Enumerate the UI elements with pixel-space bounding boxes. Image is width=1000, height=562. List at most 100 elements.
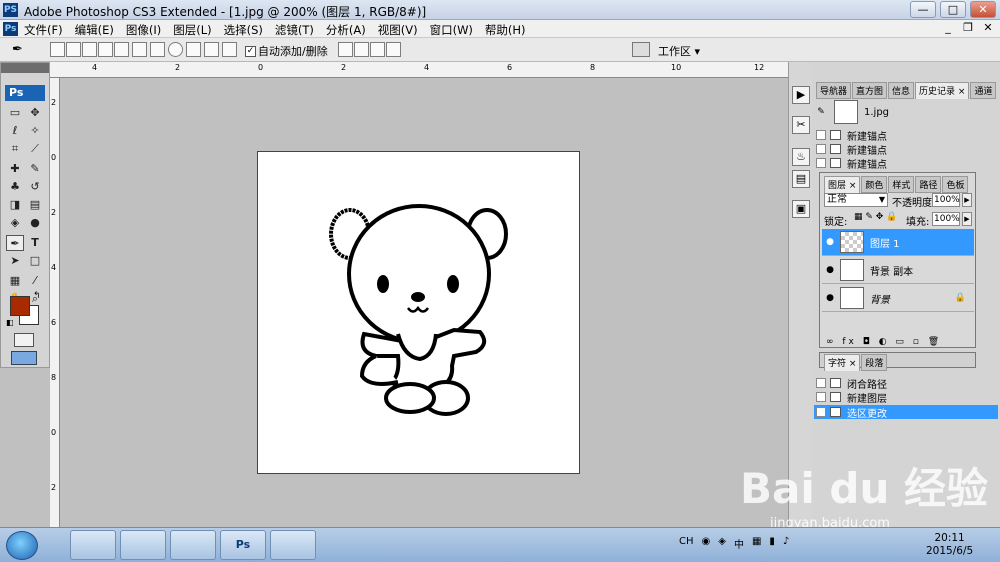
crop-tool-icon[interactable]: ⌗: [6, 141, 24, 157]
freeform-pen-icon[interactable]: [114, 42, 129, 57]
shape-tool-icon[interactable]: □: [26, 253, 44, 269]
layer-row-background-copy[interactable]: ● 背景 副本: [822, 257, 974, 284]
tab-styles[interactable]: 样式: [888, 176, 915, 193]
workspace-menu[interactable]: 工作区 ▾: [658, 43, 700, 59]
clock[interactable]: 20:11 2015/6/5: [926, 532, 973, 558]
blur-tool-icon[interactable]: ◈: [6, 215, 24, 231]
menu-layer[interactable]: 图层(L): [173, 22, 211, 38]
foreground-color-swatch[interactable]: [10, 296, 30, 316]
eye-icon[interactable]: ●: [822, 265, 838, 275]
tab-navigator[interactable]: 导航器: [816, 82, 852, 99]
rectangle-icon[interactable]: [132, 42, 147, 57]
history-snapshot[interactable]: ✎ 1.jpg: [814, 98, 998, 126]
marquee-tool-icon[interactable]: ▭: [6, 105, 24, 121]
layer-footer-icons[interactable]: ∞ fx ◘ ◐ ▭ ▫ 🗑: [826, 337, 942, 347]
toolbox-logo[interactable]: Ps: [5, 85, 45, 101]
eye-icon[interactable]: ●: [822, 237, 838, 247]
tab-character[interactable]: 字符 ×: [824, 354, 861, 371]
healing-brush-icon[interactable]: ✚: [6, 161, 24, 177]
line-icon[interactable]: [204, 42, 219, 57]
history-source-box[interactable]: [816, 158, 826, 168]
polygon-icon[interactable]: [186, 42, 201, 57]
shield-icon[interactable]: ◈: [718, 536, 726, 551]
history-source-box[interactable]: [816, 144, 826, 154]
exclude-path-icon[interactable]: [386, 42, 401, 57]
history-item[interactable]: 新建锚点: [814, 128, 998, 143]
magic-wand-icon[interactable]: ✧: [26, 123, 44, 139]
taskbar-explorer-icon[interactable]: [70, 530, 116, 560]
menu-select[interactable]: 选择(S): [224, 22, 263, 38]
clone-stamp-icon[interactable]: ♣: [6, 179, 24, 195]
rounded-rectangle-icon[interactable]: [150, 42, 165, 57]
battery-icon[interactable]: ▮: [769, 536, 775, 551]
move-tool-icon[interactable]: ✥: [26, 105, 44, 121]
eyedropper-icon[interactable]: ⁄: [26, 273, 44, 289]
history-item[interactable]: 新建锚点: [814, 142, 998, 157]
menu-filter[interactable]: 滤镜(T): [275, 22, 314, 38]
fill-pixels-icon[interactable]: [82, 42, 97, 57]
slice-tool-icon[interactable]: ⟋: [26, 141, 44, 157]
history-brush-source-icon[interactable]: ✎: [814, 107, 828, 117]
default-colors-icon[interactable]: ◧: [6, 318, 14, 327]
menu-image[interactable]: 图像(I): [126, 22, 161, 38]
add-path-icon[interactable]: [338, 42, 353, 57]
pen-tool-icon[interactable]: ✒: [6, 235, 24, 251]
history-item[interactable]: 新建锚点: [814, 156, 998, 171]
notes-tool-icon[interactable]: ▦: [6, 273, 24, 289]
tools-icon[interactable]: ✂: [792, 116, 810, 134]
tab-paragraph[interactable]: 段落: [861, 354, 888, 371]
tab-history[interactable]: 历史记录 ×: [915, 82, 970, 99]
tab-color[interactable]: 颜色: [861, 176, 888, 193]
antivirus-icon[interactable]: ◉: [702, 536, 711, 551]
tab-channels[interactable]: 通道: [970, 82, 997, 99]
play-icon[interactable]: ▶: [792, 86, 810, 104]
lock-icons[interactable]: ▦ ✎ ✥ 🔒: [854, 212, 897, 222]
doc-minimize-button[interactable]: _: [938, 20, 958, 37]
layer-comps-icon[interactable]: ▣: [792, 200, 810, 218]
history-item[interactable]: 新建图层: [814, 390, 998, 405]
opacity-input[interactable]: 100%: [932, 193, 960, 207]
minimize-button[interactable]: —: [910, 1, 936, 18]
eraser-tool-icon[interactable]: ◨: [6, 197, 24, 213]
brush-tool-icon[interactable]: ✎: [26, 161, 44, 177]
subtract-path-icon[interactable]: [354, 42, 369, 57]
taskbar-media-icon[interactable]: [120, 530, 166, 560]
checkbox-icon[interactable]: ✓: [245, 45, 256, 57]
taskbar-baidu-icon[interactable]: [270, 530, 316, 560]
tab-layers[interactable]: 图层 ×: [824, 176, 861, 193]
taskbar-ie-icon[interactable]: [170, 530, 216, 560]
history-item-selected[interactable]: 选区更改: [814, 405, 998, 420]
ellipse-icon[interactable]: [168, 42, 183, 57]
menu-help[interactable]: 帮助(H): [485, 22, 526, 38]
clone-source-icon[interactable]: ▤: [792, 170, 810, 188]
history-source-box[interactable]: [816, 392, 826, 402]
history-source-box[interactable]: [816, 130, 826, 140]
blend-mode-select[interactable]: 正常 ▼: [824, 193, 888, 207]
close-button[interactable]: ✕: [970, 1, 996, 18]
lasso-tool-icon[interactable]: ℓ: [6, 123, 24, 139]
screen-mode-icon[interactable]: [11, 351, 37, 365]
bridge-icon[interactable]: [632, 42, 650, 57]
tab-histogram[interactable]: 直方图: [852, 82, 888, 99]
network-icon[interactable]: ▦: [752, 536, 761, 551]
menu-file[interactable]: 文件(F): [24, 22, 63, 38]
fill-input[interactable]: 100%: [932, 212, 960, 226]
custom-shape-icon[interactable]: [222, 42, 237, 57]
start-button[interactable]: [6, 531, 38, 560]
layer-row-background[interactable]: ● 背景 🔒: [822, 285, 974, 312]
layer-row-layer1[interactable]: ● 图层 1: [822, 229, 974, 256]
menu-analysis[interactable]: 分析(A): [326, 22, 366, 38]
history-source-box[interactable]: [816, 407, 826, 417]
quick-mask-icon[interactable]: [14, 333, 34, 347]
ps-menu-icon[interactable]: Ps: [3, 22, 18, 36]
brushes-icon[interactable]: ♨: [792, 148, 810, 166]
taskbar-photoshop[interactable]: Ps: [220, 530, 266, 560]
pen-mode-icon[interactable]: [98, 42, 113, 57]
lang-indicator[interactable]: CH: [679, 536, 694, 551]
eye-icon[interactable]: ●: [822, 293, 838, 303]
fill-slider-icon[interactable]: ▶: [962, 212, 972, 226]
menu-view[interactable]: 视图(V): [378, 22, 418, 38]
intersect-path-icon[interactable]: [370, 42, 385, 57]
tab-swatches[interactable]: 色板: [942, 176, 969, 193]
history-brush-icon[interactable]: ↺: [26, 179, 44, 195]
